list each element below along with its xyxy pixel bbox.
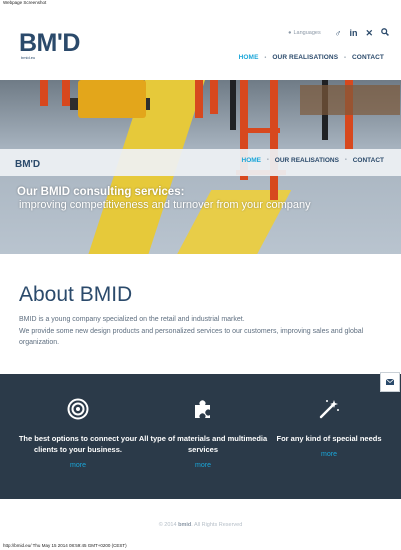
- hero-subtitle: improving competitiveness and turnover f…: [19, 199, 311, 211]
- sticky-nav-home[interactable]: HOME: [242, 157, 262, 164]
- feature-special: For any kind of special needs more: [264, 396, 394, 458]
- footer-rights: . All Rights Reserved: [191, 522, 243, 528]
- nav-our-realisations[interactable]: OUR REALISATIONS: [272, 54, 338, 61]
- languages-label: Languages: [293, 30, 321, 36]
- sticky-nav: HOME • OUR REALISATIONS • CONTACT: [242, 157, 385, 164]
- mail-button[interactable]: [380, 372, 400, 392]
- target-icon: [13, 396, 143, 422]
- xing-icon[interactable]: ✕: [365, 28, 373, 38]
- logo[interactable]: BM'D bmid.eu: [19, 31, 89, 65]
- more-link[interactable]: more: [264, 451, 394, 458]
- feature-connect: The best options to connect your clients…: [13, 396, 143, 469]
- nav-separator: •: [344, 54, 346, 61]
- sticky-logo-text: BM'D: [15, 159, 41, 170]
- capture-footer: http://bmid.eu/ Thu May 15 2014 08:59:45…: [3, 543, 127, 548]
- feature-label: The best options to connect your clients…: [18, 434, 138, 454]
- puzzle-icon: [138, 396, 268, 422]
- footer-copyright: © 2014: [158, 522, 177, 528]
- nav-separator: •: [267, 157, 269, 163]
- magic-wand-icon: [264, 396, 394, 422]
- about-line-2: We provide some new design products and …: [19, 327, 364, 347]
- nav-separator: •: [264, 54, 267, 61]
- hero-title: Our BMID consulting services:: [17, 186, 185, 198]
- more-link[interactable]: more: [13, 462, 143, 469]
- capture-title: Webpage Screenshot: [3, 0, 47, 5]
- about-line-1: BMID is a young company specialized on t…: [19, 316, 245, 323]
- sticky-logo[interactable]: BM'D: [15, 159, 40, 170]
- sticky-nav-contact[interactable]: CONTACT: [353, 157, 384, 164]
- nav-contact[interactable]: CONTACT: [352, 54, 384, 61]
- feature-label: All type of materials and multimedia ser…: [138, 434, 268, 454]
- footer-brand[interactable]: bmid: [178, 522, 191, 528]
- envelope-icon: [386, 379, 394, 385]
- about-text: BMID is a young company specialized on t…: [19, 314, 379, 349]
- site-footer: © 2014 bmid. All Rights Reserved: [0, 522, 401, 528]
- feature-label: For any kind of special needs: [276, 434, 382, 443]
- logo-text: BM'D: [19, 29, 80, 57]
- site-header: BM'D bmid.eu ● Languages ♂ in ✕ HOME • O…: [0, 8, 401, 80]
- languages-selector[interactable]: ● Languages: [288, 30, 321, 36]
- feature-materials: All type of materials and multimedia ser…: [138, 396, 268, 469]
- globe-icon: ●: [288, 30, 292, 36]
- about-title: About BMID: [19, 283, 133, 306]
- search-icon[interactable]: [381, 28, 389, 38]
- nav-separator: •: [344, 157, 347, 163]
- nav-home[interactable]: HOME: [239, 54, 259, 61]
- main-nav: HOME • OUR REALISATIONS • CONTACT: [239, 54, 384, 61]
- linkedin-icon[interactable]: in: [349, 28, 357, 38]
- more-link[interactable]: more: [138, 462, 268, 469]
- gender-icon[interactable]: ♂: [335, 28, 342, 38]
- sticky-nav-our-realisations[interactable]: OUR REALISATIONS: [275, 157, 339, 164]
- utility-bar: ● Languages ♂ in ✕: [288, 28, 389, 38]
